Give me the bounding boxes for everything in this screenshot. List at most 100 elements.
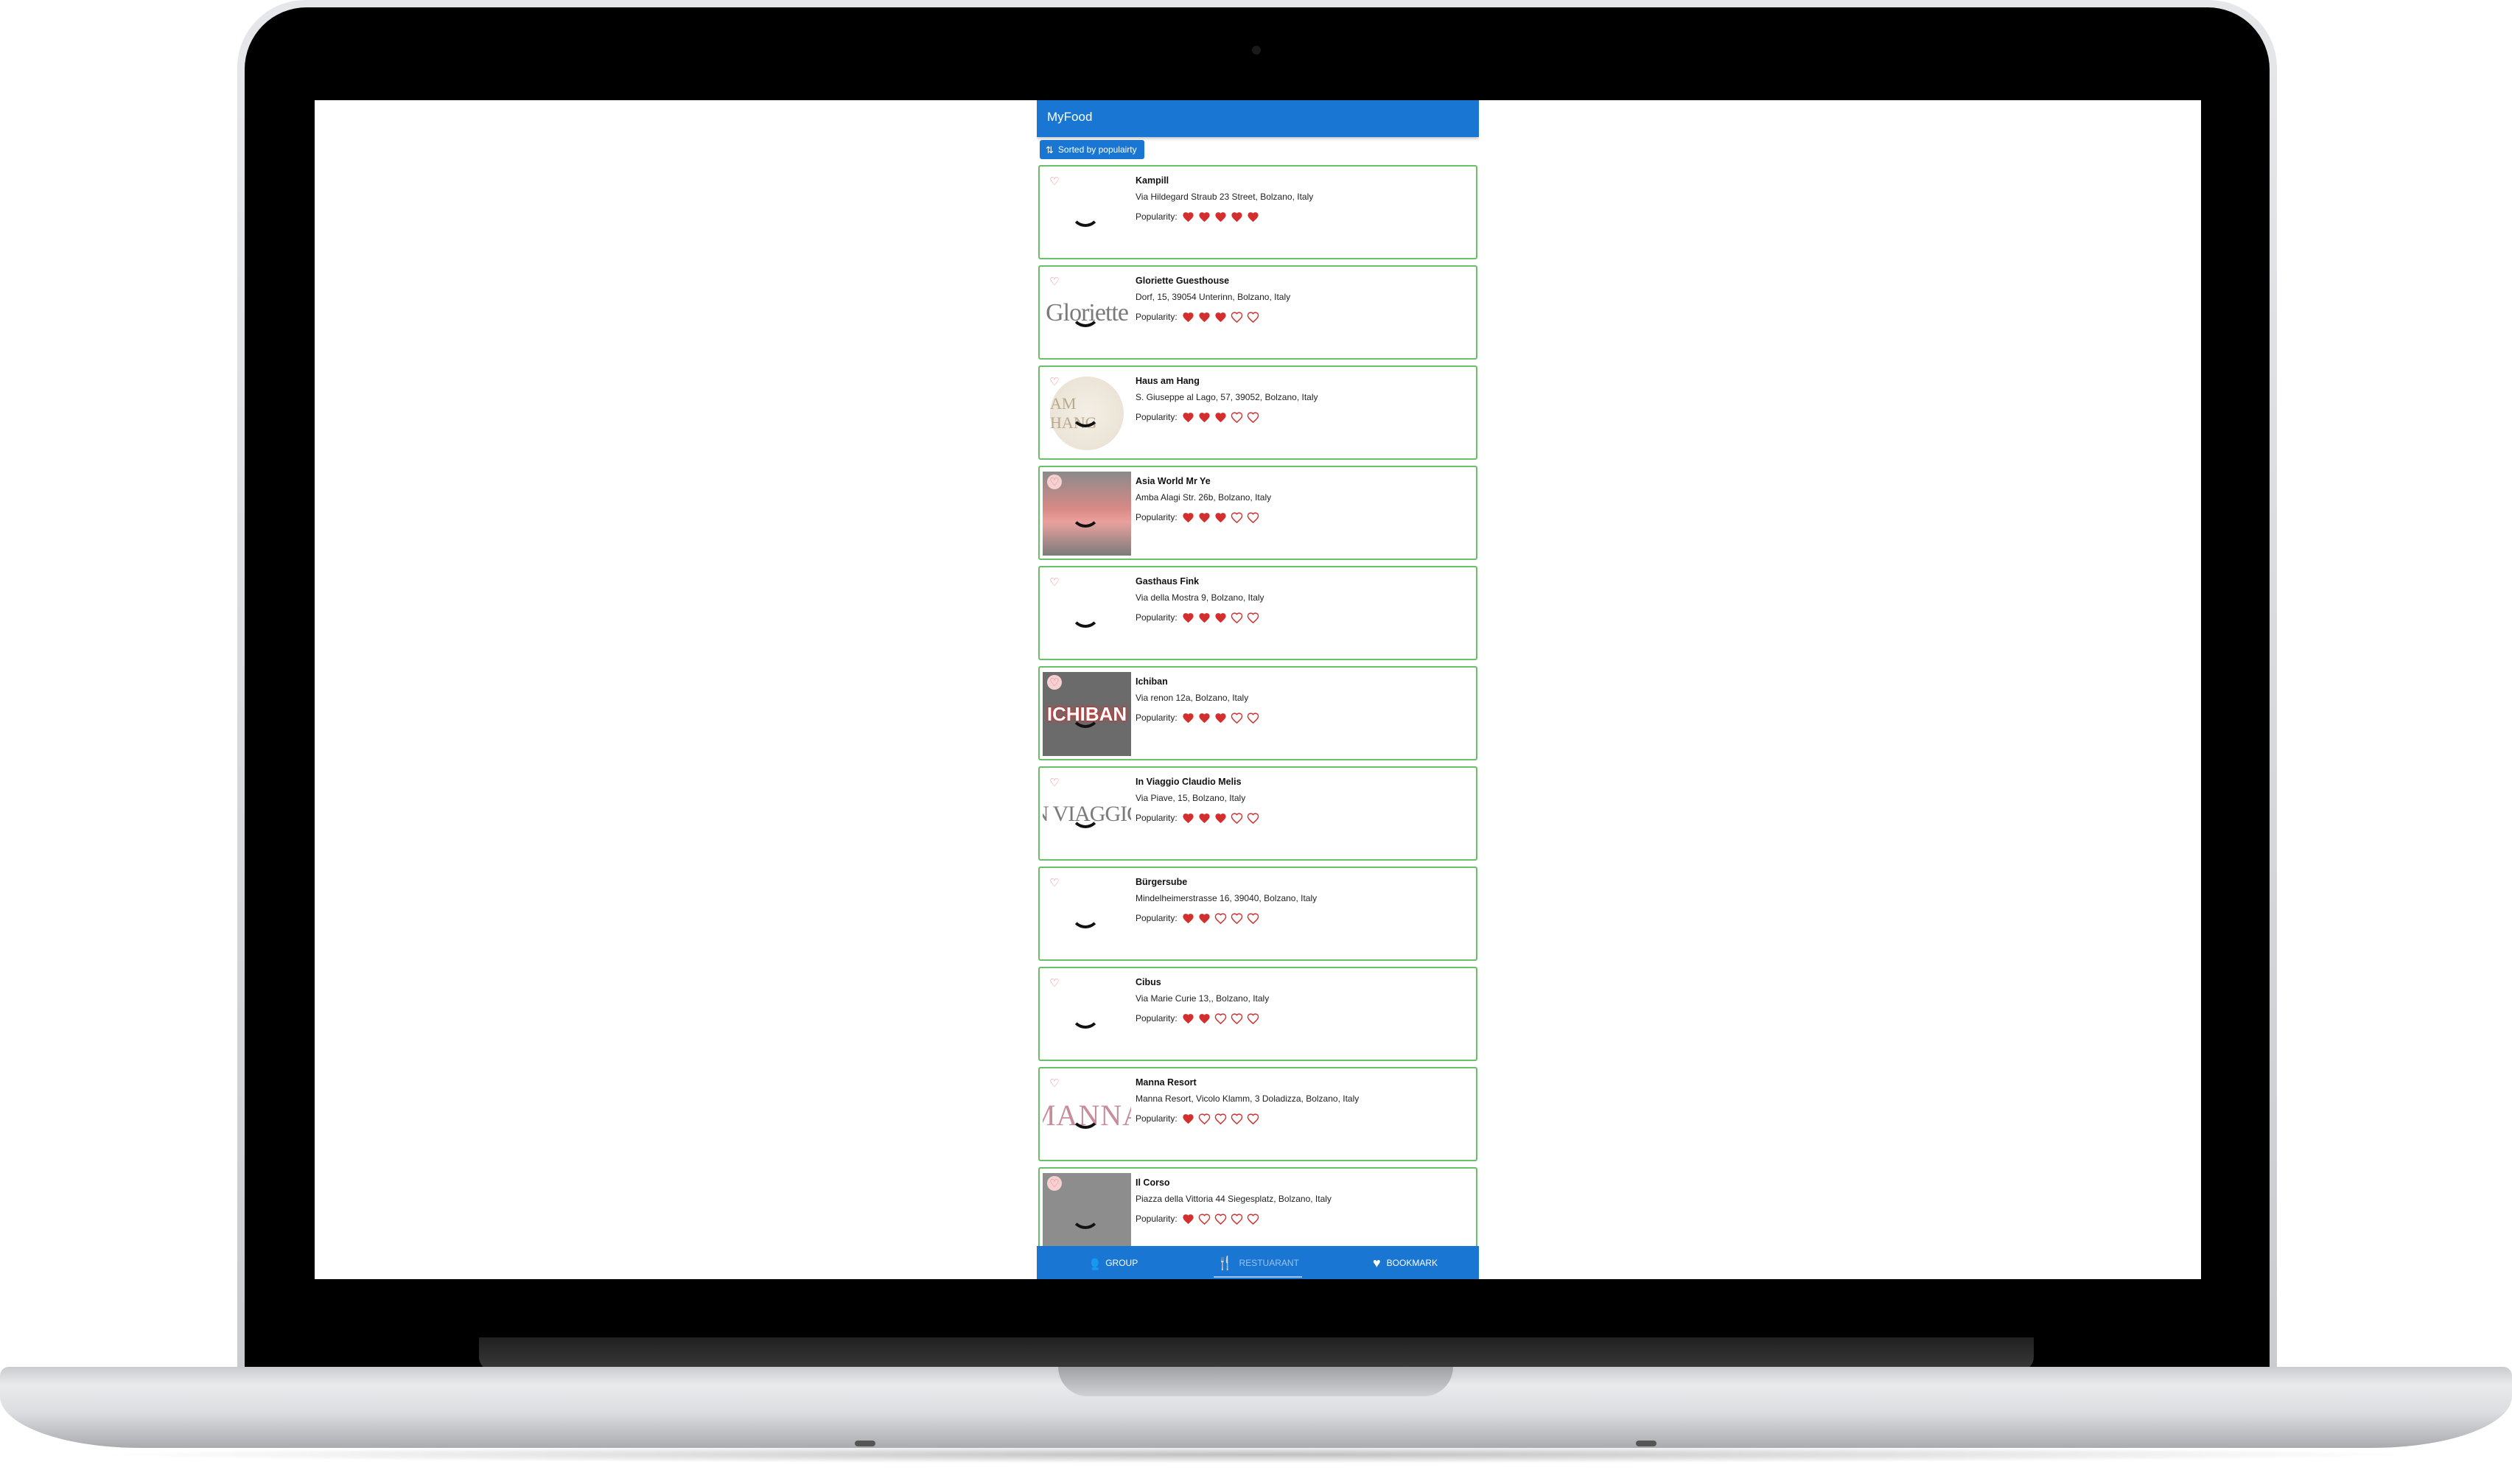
sort-button[interactable]: ⇅ Sorted by populairty: [1040, 140, 1144, 159]
heart-outline-icon: [1245, 1011, 1262, 1026]
group-icon: 👥: [1082, 1255, 1100, 1270]
popularity-rating: Popularity:: [1136, 1011, 1470, 1026]
heart-filled-icon: [1213, 209, 1229, 224]
restaurant-card[interactable]: AM HANG ♡ Haus am Hang S. Giuseppe al Lago,…: [1038, 365, 1477, 460]
restaurant-info: Haus am Hang S. Giuseppe al Lago, 57, 390…: [1136, 374, 1470, 424]
popularity-rating: Popularity:: [1136, 510, 1470, 525]
sort-icon: ⇅: [1046, 144, 1054, 155]
favorite-heart-icon[interactable]: ♡: [1047, 675, 1062, 690]
restaurant-info: Manna Resort Manna Resort, Vicolo Klamm, …: [1136, 1076, 1470, 1126]
nav-group[interactable]: 👥 GROUP: [1037, 1246, 1184, 1279]
heart-outline-icon: [1213, 1011, 1229, 1026]
heart-outline-icon: [1213, 911, 1229, 925]
restaurant-card[interactable]: N VIAGGIC♡In Viaggio Claudio MelisVia Pi…: [1038, 766, 1477, 861]
nav-restuarant[interactable]: 🍴 RESTUARANT: [1184, 1246, 1332, 1279]
popularity-label: Popularity:: [1136, 1013, 1178, 1023]
heart-outline-icon: [1245, 1111, 1262, 1126]
nav-label: BOOKMARK: [1386, 1257, 1438, 1268]
restaurant-address: Dorf, 15, 39054 Unterinn, Bolzano, Italy: [1136, 292, 1291, 302]
heart-outline-icon: [1245, 410, 1262, 424]
heart-filled-icon: [1197, 510, 1213, 525]
favorite-heart-icon[interactable]: ♡: [1047, 374, 1062, 389]
restaurant-info: Cibus Via Marie Curie 13,, Bolzano, Italy…: [1136, 976, 1470, 1026]
restaurant-card[interactable]: ♡ Asia World Mr Ye Amba Alagi Str. 26b, Bo…: [1038, 466, 1477, 560]
heart-filled-icon: [1213, 610, 1229, 625]
restaurant-card[interactable]: MANNA♡Manna ResortManna Resort, Vicolo K…: [1038, 1067, 1477, 1161]
nav-bookmark[interactable]: ♥ BOOKMARK: [1332, 1246, 1479, 1279]
favorite-heart-icon[interactable]: ♡: [1047, 875, 1062, 890]
active-tab-indicator: [1214, 1276, 1302, 1278]
heart-filled-icon: [1213, 309, 1229, 324]
restaurant-info: In Viaggio Claudio Melis Via Piave, 15, B…: [1136, 775, 1470, 825]
popularity-label: Popularity:: [1136, 813, 1178, 823]
heart-filled-icon: [1197, 309, 1213, 324]
loading-spinner: [1071, 398, 1100, 427]
restaurant-card[interactable]: Gloriette ♡ Gloriette Guesthouse Dorf, 15, …: [1038, 265, 1477, 360]
heart-filled-icon: [1180, 710, 1197, 725]
heart-outline-icon: [1245, 710, 1262, 725]
popularity-rating: Popularity:: [1136, 1211, 1470, 1226]
popularity-rating: Popularity:: [1136, 911, 1470, 925]
popularity-label: Popularity:: [1136, 512, 1178, 522]
favorite-heart-icon[interactable]: ♡: [1047, 1176, 1062, 1191]
heart-filled-icon: [1197, 911, 1213, 925]
restaurant-card[interactable]: ♡ Bürgersube Mindelheimerstrasse 16, 39040…: [1038, 867, 1477, 961]
heart-filled-icon: [1197, 209, 1213, 224]
app-window: MyFood ⇅ Sorted by populairty ♡ Kampill Vi…: [1037, 100, 1479, 1279]
nav-label: RESTUARANT: [1239, 1257, 1299, 1268]
restaurant-card[interactable]: ♡ Gasthaus Fink Via della Mostra 9, Bolzan…: [1038, 566, 1477, 660]
popularity-rating: Popularity:: [1136, 610, 1470, 625]
heart-filled-icon: [1180, 911, 1197, 925]
camera: [1252, 46, 1261, 55]
restaurant-info: Asia World Mr Ye Amba Alagi Str. 26b, Bol…: [1136, 475, 1470, 525]
heart-outline-icon: [1229, 510, 1245, 525]
favorite-heart-icon[interactable]: ♡: [1047, 174, 1062, 189]
restaurant-card[interactable]: ICHIBAN ♡ Ichiban Via renon 12a, Bolzano, I…: [1038, 666, 1477, 760]
favorite-heart-icon[interactable]: ♡: [1047, 775, 1062, 790]
favorite-heart-icon[interactable]: ♡: [1047, 274, 1062, 289]
restaurant-card[interactable]: ♡ Cibus Via Marie Curie 13,, Bolzano, Ital…: [1038, 967, 1477, 1061]
restaurant-name: Gloriette Guesthouse: [1136, 276, 1230, 286]
restaurant-address: Manna Resort, Vicolo Klamm, 3 Doladizza,…: [1136, 1093, 1360, 1104]
restaurant-address: Amba Alagi Str. 26b, Bolzano, Italy: [1136, 492, 1272, 503]
heart-filled-icon: [1213, 510, 1229, 525]
popularity-rating: Popularity:: [1136, 209, 1470, 224]
restaurant-name: Haus am Hang: [1136, 376, 1200, 386]
restaurant-card[interactable]: ♡ Kampill Via Hildegard Straub 23 Street, …: [1038, 165, 1477, 259]
popularity-label: Popularity:: [1136, 211, 1178, 222]
heart-outline-icon: [1229, 410, 1245, 424]
loading-spinner: [1071, 999, 1100, 1029]
heart-filled-icon: [1213, 410, 1229, 424]
heart-outline-icon: [1245, 309, 1262, 324]
restaurant-address: Via renon 12a, Bolzano, Italy: [1136, 693, 1249, 703]
heart-outline-icon: [1229, 911, 1245, 925]
restaurant-name: Gasthaus Fink: [1136, 576, 1200, 587]
popularity-rating: Popularity:: [1136, 1111, 1470, 1126]
app-bar: MyFood: [1037, 100, 1479, 137]
heart-filled-icon: [1180, 1011, 1197, 1026]
laptop-foot: [855, 1441, 875, 1446]
restaurant-name: Bürgersube: [1136, 877, 1188, 887]
restaurant-info: Bürgersube Mindelheimerstrasse 16, 39040,…: [1136, 875, 1470, 925]
popularity-label: Popularity:: [1136, 612, 1178, 623]
heart-outline-icon: [1229, 1011, 1245, 1026]
bottom-navigation: 👥 GROUP 🍴 RESTUARANT ♥ BOOKMARK: [1037, 1246, 1479, 1279]
heart-filled-icon: [1229, 209, 1245, 224]
favorite-heart-icon[interactable]: ♡: [1047, 575, 1062, 589]
restaurant-name: Cibus: [1136, 977, 1161, 987]
favorite-heart-icon[interactable]: ♡: [1047, 475, 1062, 489]
restaurant-info: Gasthaus Fink Via della Mostra 9, Bolzano…: [1136, 575, 1470, 625]
favorite-heart-icon[interactable]: ♡: [1047, 1076, 1062, 1091]
heart-outline-icon: [1229, 710, 1245, 725]
screen: MyFood ⇅ Sorted by populairty ♡ Kampill Vi…: [315, 100, 2201, 1279]
popularity-label: Popularity:: [1136, 312, 1178, 322]
loading-spinner: [1071, 598, 1100, 628]
laptop-hinge: [479, 1337, 2034, 1371]
restaurant-name: Il Corso: [1136, 1177, 1170, 1188]
restaurant-address: Via Piave, 15, Bolzano, Italy: [1136, 793, 1246, 803]
loading-spinner: [1071, 197, 1100, 227]
restaurant-name: In Viaggio Claudio Melis: [1136, 777, 1242, 787]
heart-filled-icon: [1197, 410, 1213, 424]
laptop-shadow: [88, 1446, 2424, 1463]
favorite-heart-icon[interactable]: ♡: [1047, 976, 1062, 990]
